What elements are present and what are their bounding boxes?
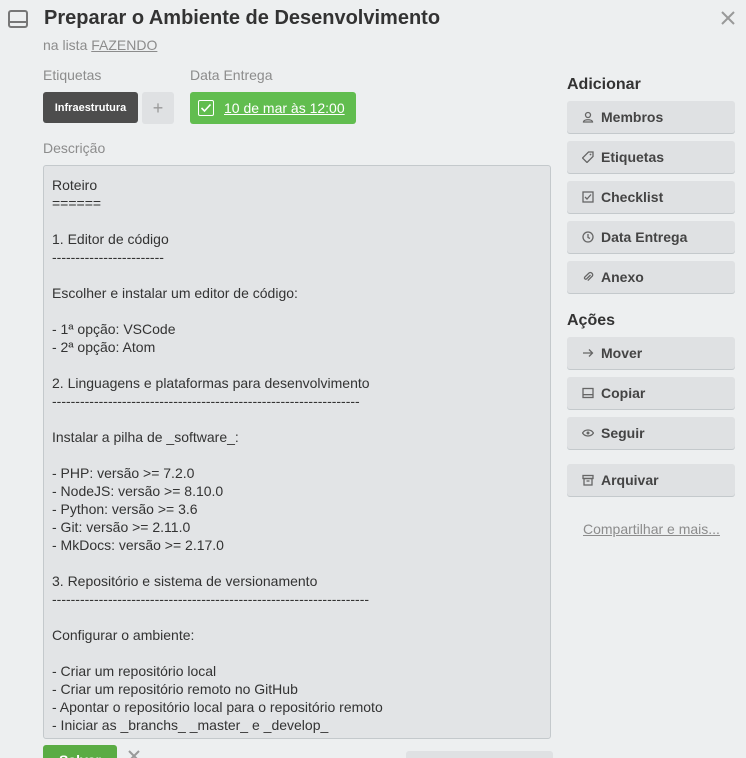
- add-heading: Adicionar: [567, 76, 641, 93]
- cancel-edit-button[interactable]: [126, 748, 146, 758]
- tag-icon: [581, 150, 595, 164]
- clock-icon: [581, 230, 595, 244]
- sidebar-due-date-label: Data Entrega: [601, 229, 688, 245]
- sidebar-labels-label: Etiquetas: [601, 149, 665, 165]
- sidebar-attachment-button[interactable]: Anexo: [567, 261, 735, 293]
- card-icon: [581, 386, 595, 400]
- sidebar-labels-button[interactable]: Etiquetas: [567, 141, 735, 173]
- checkbox-icon: [581, 190, 595, 204]
- sidebar-copy-label: Copiar: [601, 385, 646, 401]
- due-date-badge[interactable]: 10 de mar às 12:00: [190, 92, 356, 124]
- close-icon: [721, 11, 735, 25]
- description-heading: Descrição: [43, 140, 106, 156]
- due-date-value: 10 de mar às 12:00: [224, 100, 345, 116]
- due-date-heading: Data Entrega: [190, 67, 273, 83]
- sidebar-move-button[interactable]: Mover: [567, 337, 735, 369]
- sidebar-move-label: Mover: [601, 345, 643, 361]
- archive-icon: [581, 473, 595, 487]
- sidebar-archive-button[interactable]: Arquivar: [567, 464, 735, 496]
- description-text: Roteiro ====== 1. Editor de código -----…: [52, 177, 383, 733]
- sidebar-checklist-button[interactable]: Checklist: [567, 181, 735, 213]
- card-icon: [8, 10, 28, 28]
- sidebar-copy-button[interactable]: Copiar: [567, 377, 735, 409]
- card-title[interactable]: Preparar o Ambiente de Desenvolvimento: [44, 7, 440, 30]
- sidebar-attachment-label: Anexo: [601, 269, 644, 285]
- sidebar-archive-label: Arquivar: [601, 472, 659, 488]
- in-list-line: na lista FAZENDO: [43, 37, 157, 53]
- share-more-link[interactable]: Compartilhar e mais...: [583, 520, 723, 538]
- arrow-right-icon: [581, 346, 595, 360]
- description-textarea[interactable]: Roteiro ====== 1. Editor de código -----…: [43, 165, 551, 739]
- sidebar-due-date-button[interactable]: Data Entrega: [567, 221, 735, 253]
- person-icon: [581, 110, 595, 124]
- eye-icon: [581, 426, 595, 440]
- actions-heading: Ações: [567, 312, 616, 329]
- sidebar-follow-button[interactable]: Seguir: [567, 417, 735, 449]
- labels-heading: Etiquetas: [43, 67, 102, 83]
- add-label-button[interactable]: +: [142, 92, 174, 124]
- save-button[interactable]: Salvar: [43, 745, 117, 758]
- close-button[interactable]: [716, 6, 740, 30]
- in-list-prefix: na lista: [43, 37, 88, 53]
- list-name-link[interactable]: FAZENDO: [91, 37, 157, 53]
- paperclip-icon: [581, 270, 595, 284]
- formatting-help-button[interactable]: [406, 751, 553, 758]
- close-icon: [128, 750, 140, 758]
- checkmark-icon: [200, 103, 212, 113]
- due-complete-checkbox[interactable]: [198, 100, 214, 116]
- sidebar-members-label: Membros: [601, 109, 664, 125]
- sidebar-follow-label: Seguir: [601, 425, 645, 441]
- sidebar-members-button[interactable]: Membros: [567, 101, 735, 133]
- sidebar-checklist-label: Checklist: [601, 189, 664, 205]
- label-chip-infraestrutura[interactable]: Infraestrutura: [43, 92, 138, 123]
